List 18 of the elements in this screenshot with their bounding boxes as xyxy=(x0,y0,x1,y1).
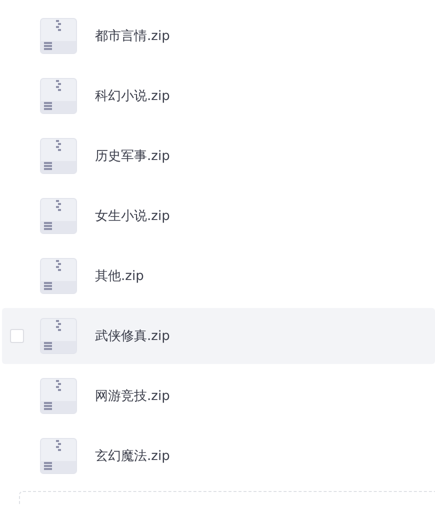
zip-file-icon xyxy=(40,78,77,114)
file-name[interactable]: 玄幻魔法.zip xyxy=(95,447,170,465)
zip-file-icon xyxy=(40,378,77,414)
zip-file-icon xyxy=(40,138,77,174)
zip-file-icon xyxy=(40,318,77,354)
file-name[interactable]: 都市言情.zip xyxy=(95,27,170,45)
file-name[interactable]: 女生小说.zip xyxy=(95,207,170,225)
file-name[interactable]: 科幻小说.zip xyxy=(95,87,170,105)
file-name[interactable]: 网游竞技.zip xyxy=(95,387,170,405)
zip-file-icon xyxy=(40,198,77,234)
file-row[interactable]: 武侠修真.zip xyxy=(2,308,435,364)
file-name[interactable]: 历史军事.zip xyxy=(95,147,170,165)
file-name[interactable]: 武侠修真.zip xyxy=(95,327,170,345)
zip-file-icon xyxy=(40,18,77,54)
zip-file-icon xyxy=(40,258,77,294)
zip-file-icon xyxy=(40,438,77,474)
checkbox[interactable] xyxy=(10,329,24,343)
file-name[interactable]: 其他.zip xyxy=(95,267,144,285)
